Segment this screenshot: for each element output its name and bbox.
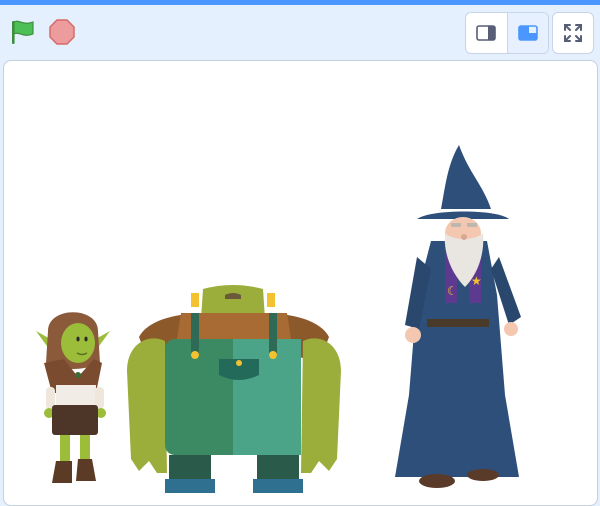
svg-text:☾: ☾ xyxy=(447,284,458,298)
wizard-sprite[interactable]: ☾ ★ xyxy=(387,145,527,505)
goblin-sprite[interactable] xyxy=(34,301,114,491)
green-flag-button[interactable] xyxy=(8,17,38,47)
ogre-sprite[interactable] xyxy=(119,283,349,495)
stage-size-toggle xyxy=(465,12,549,54)
stage-canvas[interactable]: ☾ ★ xyxy=(3,60,598,506)
large-stage-button[interactable] xyxy=(507,13,548,53)
stop-button[interactable] xyxy=(47,17,77,47)
green-flag-icon xyxy=(12,20,34,44)
stop-octagon-icon xyxy=(49,19,75,45)
small-stage-mode-icon xyxy=(476,25,497,41)
large-stage-mode-icon xyxy=(517,25,538,41)
small-stage-button[interactable] xyxy=(466,13,508,53)
stage-controls-bar xyxy=(0,5,600,60)
fullscreen-button[interactable] xyxy=(552,12,594,54)
fullscreen-icon xyxy=(564,24,582,42)
